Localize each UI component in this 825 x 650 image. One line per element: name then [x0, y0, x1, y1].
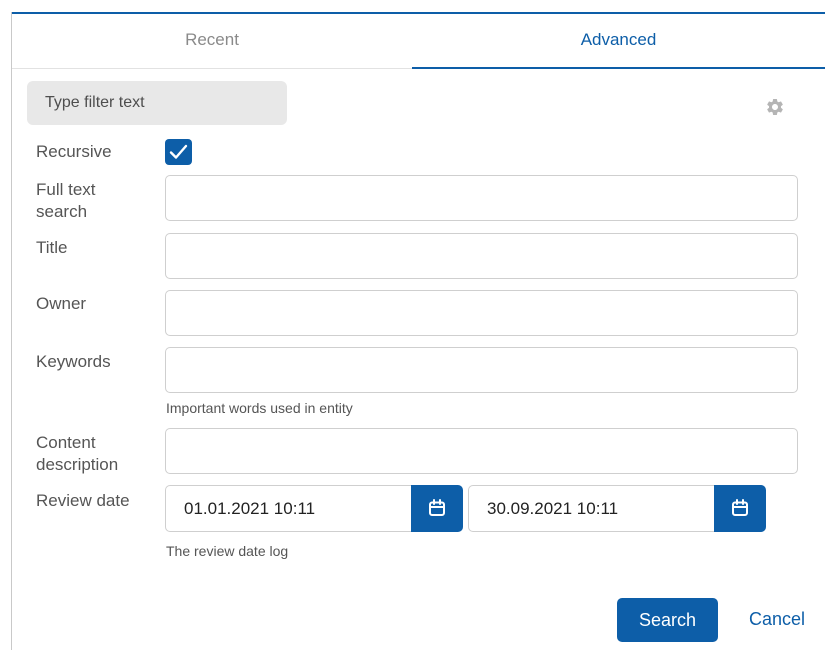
fulltext-search-input[interactable]	[165, 175, 798, 221]
title-label: Title	[36, 238, 68, 257]
search-button[interactable]: Search	[617, 598, 718, 642]
calendar-icon	[732, 499, 748, 516]
check-icon	[169, 144, 188, 159]
review-date-from-calendar-button[interactable]	[411, 485, 463, 532]
gear-icon[interactable]	[765, 97, 785, 117]
keywords-help-text: Important words used in entity	[166, 400, 353, 416]
review-date-from-value: 01.01.2021 10:11	[184, 499, 316, 518]
review-date-to-input[interactable]: 30.09.2021 10:11	[468, 485, 715, 532]
recursive-label: Recursive	[36, 142, 112, 161]
review-date-help-text: The review date log	[166, 543, 289, 559]
fulltext-search-label: Full text search	[36, 179, 96, 223]
review-date-from-input[interactable]: 01.01.2021 10:11	[165, 485, 412, 532]
review-date-label: Review date	[36, 491, 130, 510]
filter-input[interactable]	[27, 81, 287, 125]
cancel-button[interactable]: Cancel	[749, 609, 805, 630]
tab-recent[interactable]: Recent	[12, 14, 412, 69]
recursive-checkbox[interactable]	[165, 139, 192, 165]
fulltext-search-label-line2: search	[36, 202, 88, 221]
panel-left-border	[11, 12, 12, 650]
tab-advanced[interactable]: Advanced	[412, 14, 825, 69]
fulltext-search-label-line1: Full text	[36, 180, 96, 199]
content-description-input[interactable]	[165, 428, 798, 474]
review-date-to-calendar-button[interactable]	[714, 485, 766, 532]
keywords-input[interactable]	[165, 347, 798, 393]
owner-input[interactable]	[165, 290, 798, 336]
review-date-to-value: 30.09.2021 10:11	[487, 499, 619, 518]
owner-label: Owner	[36, 294, 87, 313]
content-description-label-line2: description	[36, 455, 119, 474]
content-description-label: Content description	[36, 432, 118, 476]
calendar-icon	[429, 499, 445, 516]
title-input[interactable]	[165, 233, 798, 279]
keywords-label: Keywords	[36, 352, 111, 371]
content-description-label-line1: Content	[36, 433, 96, 452]
